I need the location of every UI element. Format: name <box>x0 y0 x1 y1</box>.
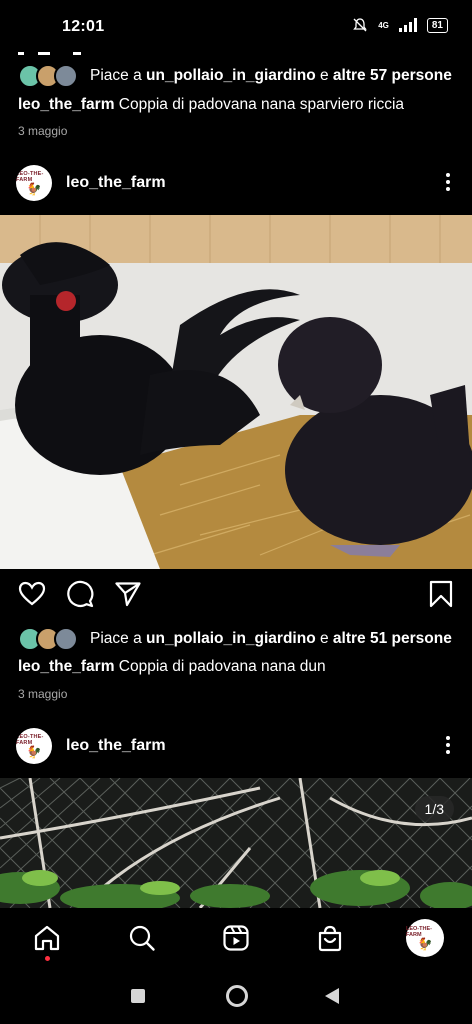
post-photo[interactable] <box>0 778 472 908</box>
likes-row[interactable]: Piace a un_pollaio_in_giardino e altre 5… <box>18 64 452 88</box>
nav-search[interactable] <box>124 920 160 956</box>
likes-others[interactable]: altre 57 persone <box>333 67 452 85</box>
hen-logo-icon: 🐓 <box>417 937 433 951</box>
likes-connector: e <box>319 67 329 84</box>
clock: 12:01 <box>62 18 105 35</box>
recents-button[interactable] <box>131 989 145 1003</box>
hen-logo-icon: 🐓 <box>26 182 42 196</box>
carousel-counter: 1/3 <box>414 796 454 822</box>
likes-others[interactable]: altre 51 persone <box>333 630 452 648</box>
post-header: LEO-THE-FARM 🐓 leo_the_farm <box>0 718 472 774</box>
more-vertical-icon[interactable] <box>446 173 450 191</box>
post-header: LEO-THE-FARM 🐓 leo_the_farm <box>0 155 472 211</box>
network-type: 4G <box>378 20 389 30</box>
nav-profile-avatar[interactable]: LEO-THE-FARM 🐓 <box>406 919 444 957</box>
post-date: 3 maggio <box>18 124 68 138</box>
likes-row[interactable]: Piace a un_pollaio_in_giardino e altre 5… <box>18 627 452 651</box>
liker-avatars <box>18 64 78 88</box>
caption-text: Coppia di padovana nana dun <box>118 658 326 675</box>
home-icon <box>34 925 60 951</box>
heart-icon[interactable] <box>18 580 46 608</box>
reels-icon <box>223 925 249 951</box>
liker-avatars <box>18 627 78 651</box>
nav-home[interactable] <box>29 920 65 956</box>
home-button[interactable] <box>226 985 248 1007</box>
post-username[interactable]: leo_the_farm <box>66 174 166 192</box>
search-icon <box>129 925 155 951</box>
liker-username[interactable]: un_pollaio_in_giardino <box>146 67 316 85</box>
battery-indicator: 81 <box>426 17 448 33</box>
caption-username[interactable]: leo_the_farm <box>18 96 114 113</box>
back-button[interactable] <box>324 987 340 1005</box>
signal-icon <box>398 18 417 32</box>
avatar <box>54 627 78 651</box>
caption-username[interactable]: leo_the_farm <box>18 658 114 675</box>
previous-post-fragment <box>18 42 138 55</box>
system-navigation <box>0 968 472 1024</box>
send-icon[interactable] <box>114 580 142 608</box>
caption: leo_the_farm Coppia di padovana nana spa… <box>18 96 458 114</box>
caption-text: Coppia di padovana nana sparviero riccia <box>118 96 405 113</box>
post-date: 3 maggio <box>18 687 68 701</box>
more-vertical-icon[interactable] <box>446 736 450 754</box>
bottom-nav: LEO-THE-FARM 🐓 <box>0 910 472 968</box>
likes-prefix: Piace a <box>90 67 142 84</box>
notification-dot <box>45 956 50 961</box>
nav-reels[interactable] <box>218 920 254 956</box>
post-photo[interactable] <box>0 215 472 569</box>
avatar <box>54 64 78 88</box>
comment-icon[interactable] <box>66 580 94 608</box>
hen-logo-icon: 🐓 <box>26 745 42 759</box>
bookmark-icon[interactable] <box>428 580 454 608</box>
nav-shop[interactable] <box>312 920 348 956</box>
likes-prefix: Piace a <box>90 630 142 647</box>
system-icons: 4G 81 <box>352 17 448 33</box>
avatar[interactable]: LEO-THE-FARM 🐓 <box>16 728 52 764</box>
shop-icon <box>318 925 342 952</box>
avatar[interactable]: LEO-THE-FARM 🐓 <box>16 165 52 201</box>
mute-icon <box>353 18 368 32</box>
caption: leo_the_farm Coppia di padovana nana dun <box>18 658 458 676</box>
liker-username[interactable]: un_pollaio_in_giardino <box>146 630 316 648</box>
likes-connector: e <box>319 630 329 647</box>
post-actions <box>0 580 472 614</box>
post-username[interactable]: leo_the_farm <box>66 737 166 755</box>
